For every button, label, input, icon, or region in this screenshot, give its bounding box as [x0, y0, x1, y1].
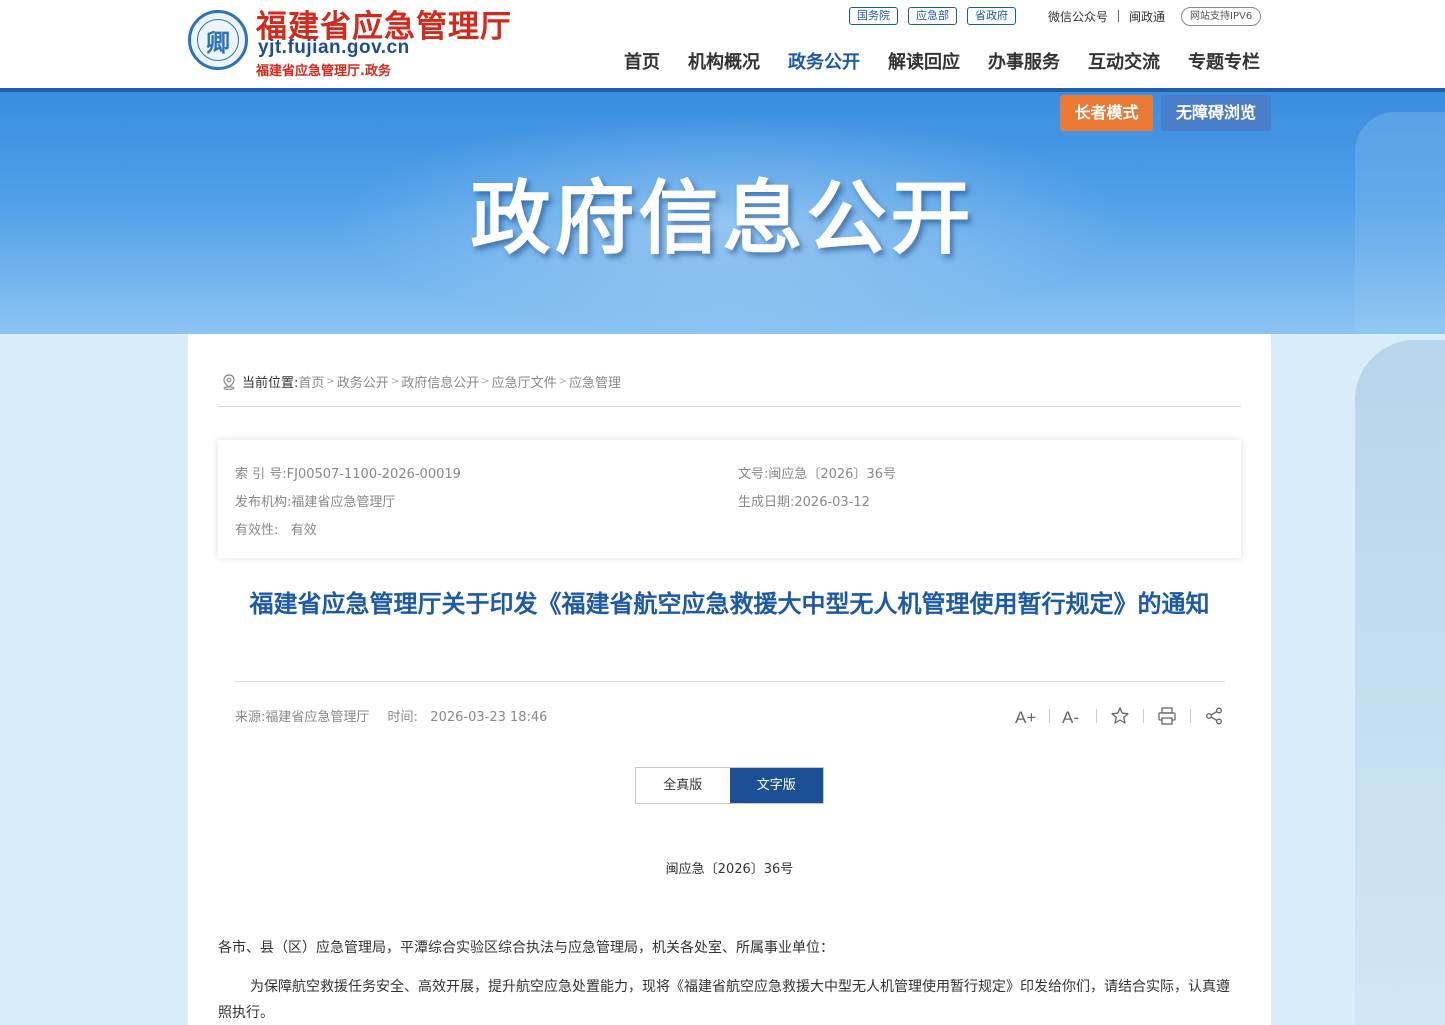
top-links: 国务院 应急部 省政府 微信公众号 闽政通 网站支持IPV6: [849, 6, 1262, 26]
svg-text:A-: A-: [1062, 708, 1079, 725]
site-domain: yjt.fujian.gov.cn: [258, 37, 410, 58]
star-icon[interactable]: [1108, 704, 1132, 728]
ipv6-badge: 网站支持IPV6: [1181, 6, 1262, 26]
link-wechat[interactable]: 微信公众号: [1048, 8, 1108, 25]
article-source: 来源:福建省应急管理厅: [235, 710, 370, 725]
background-statue-decoration: [1355, 340, 1445, 1025]
link-state-council[interactable]: 国务院: [849, 7, 898, 25]
site-logo[interactable]: 卿: [188, 10, 248, 70]
breadcrumb-separator: >: [481, 376, 490, 387]
link-minzhengtong[interactable]: 闽政通: [1129, 8, 1165, 25]
breadcrumb-divider: [218, 406, 1241, 407]
tool-divider: [1190, 709, 1191, 723]
link-divider: [1118, 10, 1120, 22]
nav-organization[interactable]: 机构概况: [688, 48, 760, 74]
breadcrumb-separator: >: [390, 376, 400, 387]
article-time: 时间: 2026-03-23 18:46: [387, 710, 548, 725]
font-larger-icon[interactable]: A+: [1014, 704, 1038, 728]
accessible-browse-button[interactable]: 无障碍浏览: [1161, 95, 1271, 131]
meta-index-number: 索 引 号:FJ00507-1100-2026-00019: [235, 467, 461, 482]
elder-mode-button[interactable]: 长者模式: [1060, 95, 1153, 131]
breadcrumb-info-disclosure[interactable]: 政府信息公开: [401, 372, 479, 391]
meta-publisher: 发布机构:福建省应急管理厅: [235, 495, 396, 510]
article-info: 来源:福建省应急管理厅 时间: 2026-03-23 18:46: [235, 706, 547, 725]
article-addressee: 各市、县（区）应急管理局，平潭综合实验区综合执法与应急管理局，机关各处室、所属事…: [218, 940, 834, 956]
article-paragraph: 为保障航空救援任务安全、高效开展，提升航空应急处置能力，现将《福建省航空应急救援…: [218, 979, 1230, 1021]
logo-emblem: 卿: [197, 19, 239, 61]
svg-text:A+: A+: [1015, 708, 1036, 725]
nav-services[interactable]: 办事服务: [988, 48, 1060, 74]
breadcrumb: 当前位置: 首页 > 政务公开 > 政府信息公开 > 应急厅文件 > 应急管理: [222, 372, 621, 391]
breadcrumb-home[interactable]: 首页: [298, 372, 324, 391]
breadcrumb-separator: >: [558, 376, 568, 387]
article-title: 福建省应急管理厅关于印发《福建省航空应急救援大中型无人机管理使用暂行规定》的通知: [249, 590, 1210, 618]
document-metadata: 索 引 号:FJ00507-1100-2026-00019 文号:闽应急〔202…: [218, 440, 1241, 558]
main-nav: 首页 机构概况 政务公开 解读回应 办事服务 互动交流 专题专栏: [624, 48, 1260, 74]
site-header: 卿 福建省应急管理厅 yjt.fujian.gov.cn 福建省应急管理厅.政务…: [0, 0, 1445, 88]
link-ministry[interactable]: 应急部: [908, 7, 957, 25]
site-subtitle: 福建省应急管理厅.政务: [256, 64, 391, 79]
version-switch: 全真版 文字版: [635, 767, 824, 804]
article-tools: A+ A-: [1014, 704, 1226, 728]
location-pin-icon: [223, 373, 235, 390]
share-icon[interactable]: [1202, 704, 1226, 728]
breadcrumb-gov-affairs[interactable]: 政务公开: [337, 372, 389, 391]
meta-created-date: 生成日期:2026-03-12: [738, 495, 870, 510]
document-number: 闽应急〔2026〕36号: [665, 862, 794, 877]
full-version-button[interactable]: 全真版: [636, 768, 730, 803]
page-banner: 长者模式 无障碍浏览 政府信息公开: [0, 92, 1445, 334]
print-icon[interactable]: [1155, 704, 1179, 728]
nav-interpretation[interactable]: 解读回应: [888, 48, 960, 74]
tool-divider: [1143, 709, 1144, 723]
meta-validity: 有效性: 有效: [235, 523, 317, 538]
banner-title: 政府信息公开: [470, 172, 975, 265]
font-smaller-icon[interactable]: A-: [1061, 704, 1085, 728]
breadcrumb-dept-files[interactable]: 应急厅文件: [492, 372, 557, 391]
link-provincial-gov[interactable]: 省政府: [967, 7, 1016, 25]
text-version-button[interactable]: 文字版: [729, 768, 823, 803]
breadcrumb-label: 当前位置:: [242, 376, 299, 391]
nav-interaction[interactable]: 互动交流: [1088, 48, 1160, 74]
nav-topics[interactable]: 专题专栏: [1188, 48, 1260, 74]
breadcrumb-emergency-mgmt[interactable]: 应急管理: [569, 372, 621, 391]
tool-divider: [1096, 709, 1097, 723]
tool-divider: [1049, 709, 1050, 723]
meta-document-number: 文号:闽应急〔2026〕36号: [738, 467, 897, 482]
breadcrumb-separator: >: [326, 376, 335, 387]
nav-gov-affairs[interactable]: 政务公开: [788, 48, 860, 74]
nav-home[interactable]: 首页: [624, 48, 660, 74]
title-divider: [235, 681, 1225, 682]
content-card: 当前位置: 首页 > 政务公开 > 政府信息公开 > 应急厅文件 > 应急管理 …: [188, 334, 1271, 1025]
